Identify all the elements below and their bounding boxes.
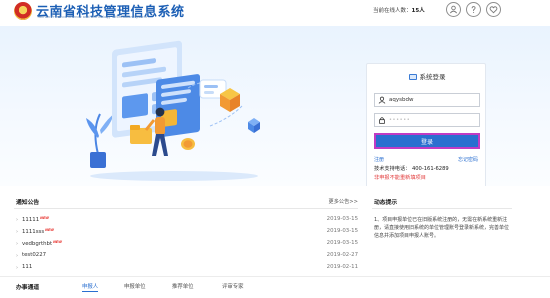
hero-banner: 系统登录 aqysbdw •••••• 登录 注册 忘记密码 技术支持电话： 4…	[0, 26, 550, 186]
favorite-icon[interactable]	[486, 2, 501, 17]
register-link[interactable]: 注册	[374, 156, 384, 163]
notice-date: 2019-03-15	[326, 216, 358, 222]
user-icon[interactable]	[446, 2, 461, 17]
notice-date: 2019-03-15	[326, 228, 358, 234]
notices-title: 通知公告	[16, 200, 40, 206]
notice-date: 2019-02-27	[326, 252, 358, 258]
login-title-label: 系统登录	[419, 73, 446, 81]
notices-header: 通知公告 更多公告>>	[14, 195, 358, 209]
login-panel: 系统登录 aqysbdw •••••• 登录 注册 忘记密码 技术支持电话： 4…	[366, 63, 486, 186]
bullet-icon: ›	[16, 265, 18, 271]
username-field[interactable]: aqysbdw	[374, 93, 480, 107]
tab-review-expert[interactable]: 评审专家	[222, 282, 244, 290]
notice-item[interactable]: › 11111NEW 2019-03-15	[14, 214, 358, 226]
new-badge: NEW	[53, 240, 62, 244]
tips-body: 1、项目申报单位已在旧版系统注册的，无需在新系统重新注册，请直接使用旧系统的单位…	[374, 217, 510, 239]
notice-item[interactable]: › test0227 2019-02-27	[14, 250, 358, 262]
notice-title: test0227	[22, 252, 47, 258]
notice-date: 2019-02-11	[326, 264, 358, 270]
tab-applicant[interactable]: 申报人	[82, 282, 99, 292]
login-title: 系统登录	[367, 71, 487, 81]
tips-header: 动态提示	[372, 195, 512, 209]
notice-item[interactable]: › 111 2019-02-11	[14, 262, 358, 274]
tab-applicant-unit[interactable]: 申报单位	[124, 282, 146, 290]
bullet-icon: ›	[16, 241, 18, 247]
password-field[interactable]: ••••••	[374, 113, 480, 127]
notice-title: 111	[22, 264, 33, 270]
forgot-password-link[interactable]: 忘记密码	[458, 156, 478, 163]
username-value: aqysbdw	[389, 97, 414, 103]
help-icon[interactable]	[466, 2, 481, 17]
online-label: 当前在线人数：	[373, 8, 412, 14]
notice-item[interactable]: › 1111sssNEW 2019-03-15	[14, 226, 358, 238]
notice-date: 2019-03-15	[326, 240, 358, 246]
password-value: ••••••	[389, 117, 411, 123]
site-header: 云南省科技管理信息系统 Yunnan Province Science and …	[0, 0, 550, 26]
more-notices-link[interactable]: 更多公告>>	[329, 198, 358, 205]
warning-text: 非申报不能重新填项目	[374, 175, 426, 181]
service-channel-bar: 办事通道 申报人 申报单位 推荐单位 评审专家	[0, 276, 550, 298]
user-icon	[378, 96, 386, 104]
bullet-icon: ›	[16, 253, 18, 259]
notice-title: 1111sssNEW	[22, 228, 55, 235]
lock-icon	[378, 116, 386, 124]
notice-title: 11111NEW	[22, 216, 50, 223]
notice-title: vedbgrthbtNEW	[22, 240, 62, 247]
online-value: 15人	[411, 8, 425, 14]
office-illustration	[86, 40, 260, 181]
tab-recommending-unit[interactable]: 推荐单位	[172, 282, 194, 290]
new-badge: NEW	[45, 228, 55, 232]
bullet-icon: ›	[16, 229, 18, 235]
national-emblem-logo	[14, 2, 32, 20]
notice-item[interactable]: › vedbgrthbtNEW 2019-03-15	[14, 238, 358, 250]
service-channel-title: 办事通道	[16, 285, 40, 291]
site-subtitle: Yunnan Province Science and Technology I…	[37, 15, 148, 19]
new-badge: NEW	[40, 216, 50, 220]
online-count: 当前在线人数：15人	[373, 6, 425, 14]
support-hotline: 技术支持电话： 400-161-6289	[374, 166, 449, 172]
monitor-icon	[408, 74, 417, 80]
tips-title: 动态提示	[374, 200, 398, 206]
login-button[interactable]: 登录	[374, 133, 480, 149]
bullet-icon: ›	[16, 217, 18, 223]
